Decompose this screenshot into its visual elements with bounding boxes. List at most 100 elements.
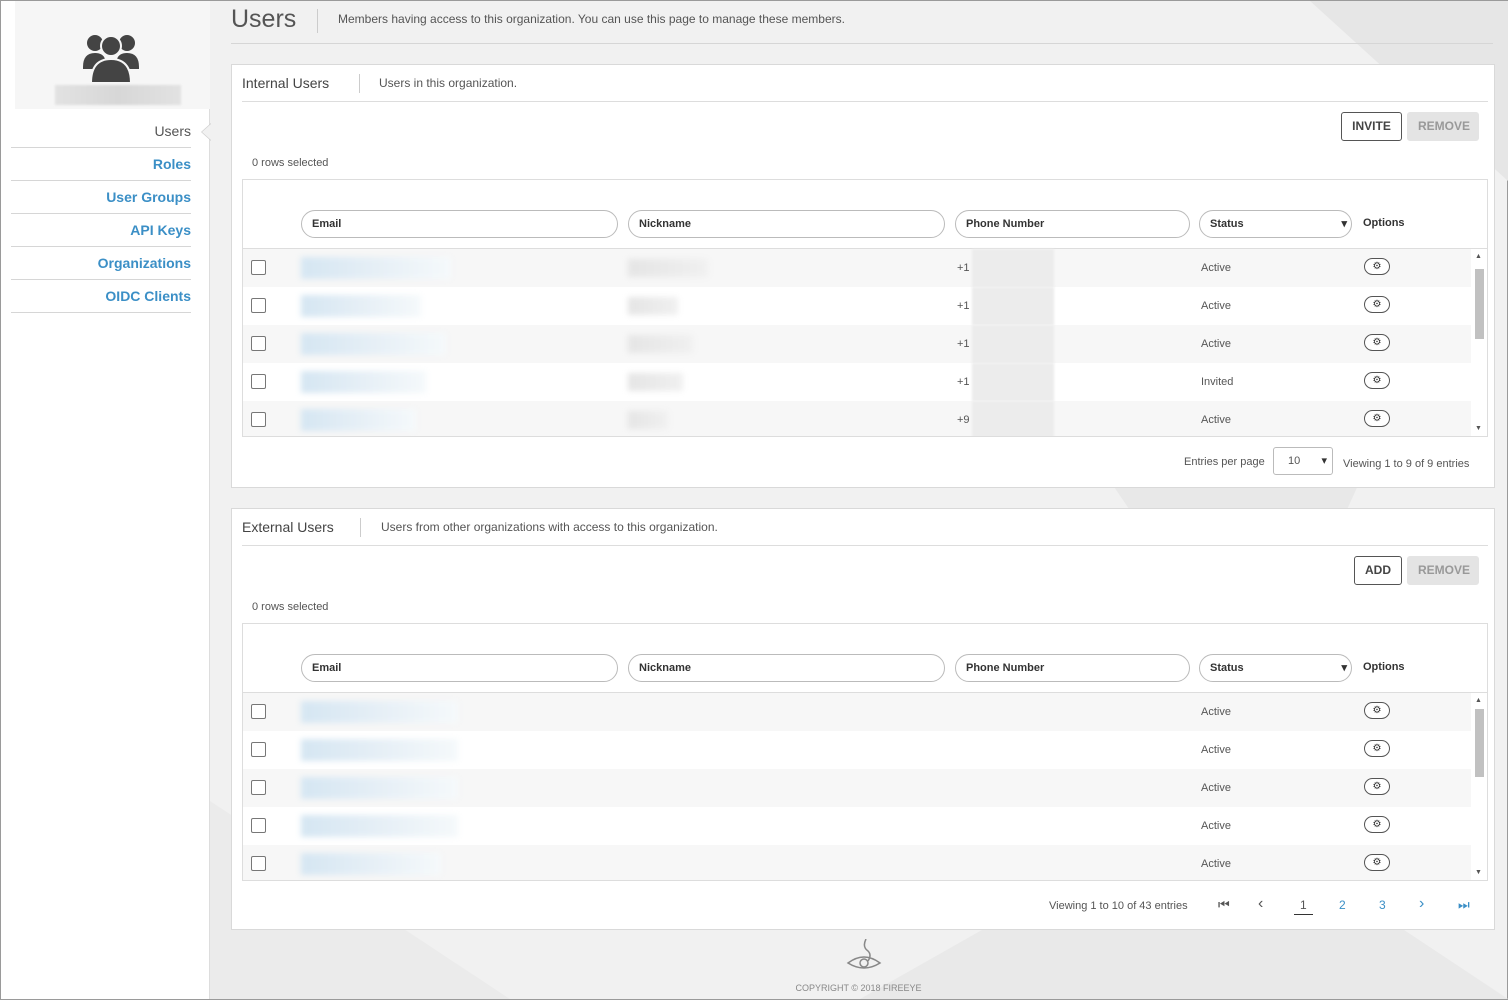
invite-button[interactable]: INVITE bbox=[1341, 112, 1402, 141]
phone-redacted bbox=[972, 401, 1054, 436]
scroll-down-icon[interactable]: ▼ bbox=[1475, 425, 1482, 432]
viewing-entries: Viewing 1 to 9 of 9 entries bbox=[1343, 458, 1470, 470]
panel-description: Users from other organizations with acce… bbox=[381, 520, 718, 534]
gear-icon[interactable]: ⚙ bbox=[1364, 296, 1390, 313]
scroll-up-icon[interactable]: ▲ bbox=[1475, 697, 1482, 704]
sidebar-item-label: Organizations bbox=[97, 255, 191, 271]
nickname-filter-input[interactable]: Nickname bbox=[628, 654, 945, 682]
sidebar-item-label: Users bbox=[154, 123, 191, 139]
table-row: Active ⚙ bbox=[243, 845, 1471, 880]
rows-selected-count: 0 rows selected bbox=[252, 157, 329, 169]
table-row: +1 Active ⚙ bbox=[243, 249, 1471, 287]
phone-filter-input[interactable]: Phone Number bbox=[955, 210, 1190, 238]
panel-title-divider bbox=[360, 518, 361, 537]
last-page-icon[interactable]: ⏭ bbox=[1458, 897, 1470, 913]
status-filter-select[interactable]: Status bbox=[1199, 654, 1352, 682]
add-button[interactable]: ADD bbox=[1354, 556, 1402, 585]
phone-filter-input[interactable]: Phone Number bbox=[955, 654, 1190, 682]
internal-users-panel: Internal Users Users in this organizatio… bbox=[231, 64, 1495, 488]
sidebar-item-users[interactable]: Users bbox=[11, 115, 211, 148]
chevron-left-icon[interactable]: ‹ bbox=[1258, 895, 1263, 913]
entries-per-page-label: Entries per page bbox=[1184, 456, 1265, 468]
table-scrollbar[interactable]: ▲ ▼ bbox=[1471, 693, 1487, 880]
row-checkbox[interactable] bbox=[251, 742, 266, 757]
entries-per-page-select[interactable]: 10 bbox=[1273, 447, 1333, 475]
gear-icon[interactable]: ⚙ bbox=[1364, 854, 1390, 871]
gear-icon[interactable]: ⚙ bbox=[1364, 778, 1390, 795]
email-redacted bbox=[301, 409, 416, 431]
row-checkbox[interactable] bbox=[251, 374, 266, 389]
phone-prefix: +1 bbox=[957, 338, 970, 350]
sidebar-item-label: User Groups bbox=[106, 189, 191, 205]
page-link-current[interactable]: 1 bbox=[1294, 898, 1313, 915]
email-redacted bbox=[301, 815, 458, 837]
status-filter-select[interactable]: Status bbox=[1199, 210, 1352, 238]
row-checkbox[interactable] bbox=[251, 336, 266, 351]
gear-icon[interactable]: ⚙ bbox=[1364, 816, 1390, 833]
scroll-down-icon[interactable]: ▼ bbox=[1475, 869, 1482, 876]
row-checkbox[interactable] bbox=[251, 412, 266, 427]
sidebar-item-label: OIDC Clients bbox=[105, 288, 191, 304]
scroll-up-icon[interactable]: ▲ bbox=[1475, 253, 1482, 260]
row-checkbox[interactable] bbox=[251, 818, 266, 833]
email-redacted bbox=[301, 295, 421, 317]
gear-icon[interactable]: ⚙ bbox=[1364, 372, 1390, 389]
row-checkbox[interactable] bbox=[251, 780, 266, 795]
copyright-text: COPYRIGHT © 2018 FIREEYE bbox=[795, 983, 922, 993]
table-row: Active ⚙ bbox=[243, 693, 1471, 731]
row-checkbox[interactable] bbox=[251, 260, 266, 275]
gear-icon[interactable]: ⚙ bbox=[1364, 410, 1390, 427]
organization-card bbox=[15, 1, 210, 109]
table-row: +1 Active ⚙ bbox=[243, 325, 1471, 363]
phone-prefix: +9 bbox=[957, 414, 970, 426]
email-filter-input[interactable]: Email bbox=[301, 654, 618, 682]
email-redacted bbox=[301, 853, 441, 875]
internal-users-table: Email Nickname Phone Number Status Optio… bbox=[242, 179, 1488, 437]
status-cell: Active bbox=[1201, 300, 1231, 312]
sidebar-item-oidc-clients[interactable]: OIDC Clients bbox=[11, 280, 191, 313]
phone-prefix: +1 bbox=[957, 300, 970, 312]
sidebar: Users Roles User Groups API Keys Organiz… bbox=[1, 1, 211, 999]
panel-divider bbox=[242, 545, 1488, 546]
nickname-filter-input[interactable]: Nickname bbox=[628, 210, 945, 238]
page-title: Users bbox=[231, 5, 297, 33]
table-row: +9 Active ⚙ bbox=[243, 401, 1471, 436]
remove-button[interactable]: REMOVE bbox=[1407, 112, 1479, 141]
status-cell: Active bbox=[1201, 706, 1231, 718]
row-checkbox[interactable] bbox=[251, 856, 266, 871]
sidebar-nav: Users Roles User Groups API Keys Organiz… bbox=[11, 115, 211, 313]
sidebar-item-organizations[interactable]: Organizations bbox=[11, 247, 191, 280]
panel-description: Users in this organization. bbox=[379, 76, 518, 90]
nickname-redacted bbox=[628, 297, 678, 315]
email-filter-input[interactable]: Email bbox=[301, 210, 618, 238]
gear-icon[interactable]: ⚙ bbox=[1364, 334, 1390, 351]
scrollbar-thumb[interactable] bbox=[1475, 269, 1484, 339]
panel-title: External Users bbox=[242, 519, 334, 535]
row-checkbox[interactable] bbox=[251, 298, 266, 313]
title-divider bbox=[317, 9, 318, 33]
panel-title: Internal Users bbox=[242, 75, 330, 91]
page-link[interactable]: 2 bbox=[1339, 898, 1346, 912]
page-link[interactable]: 3 bbox=[1379, 898, 1386, 912]
active-indicator bbox=[201, 123, 211, 141]
status-cell: Active bbox=[1201, 262, 1231, 274]
table-row: Active ⚙ bbox=[243, 731, 1471, 769]
chevron-right-icon[interactable]: › bbox=[1419, 895, 1424, 913]
sidebar-item-api-keys[interactable]: API Keys bbox=[11, 214, 191, 247]
remove-button[interactable]: REMOVE bbox=[1407, 556, 1479, 585]
first-page-icon[interactable]: ⏮ bbox=[1218, 897, 1230, 913]
scrollbar-thumb[interactable] bbox=[1475, 709, 1484, 777]
gear-icon[interactable]: ⚙ bbox=[1364, 258, 1390, 275]
row-checkbox[interactable] bbox=[251, 704, 266, 719]
gear-icon[interactable]: ⚙ bbox=[1364, 740, 1390, 757]
users-group-icon bbox=[83, 35, 139, 83]
table-scrollbar[interactable]: ▲ ▼ bbox=[1471, 249, 1487, 436]
sidebar-item-roles[interactable]: Roles bbox=[11, 148, 191, 181]
sidebar-item-label: API Keys bbox=[130, 222, 191, 238]
sidebar-item-user-groups[interactable]: User Groups bbox=[11, 181, 191, 214]
phone-redacted bbox=[972, 287, 1054, 325]
panel-title-divider bbox=[359, 74, 360, 93]
header-divider bbox=[231, 43, 1493, 44]
phone-prefix: +1 bbox=[957, 262, 970, 274]
gear-icon[interactable]: ⚙ bbox=[1364, 702, 1390, 719]
